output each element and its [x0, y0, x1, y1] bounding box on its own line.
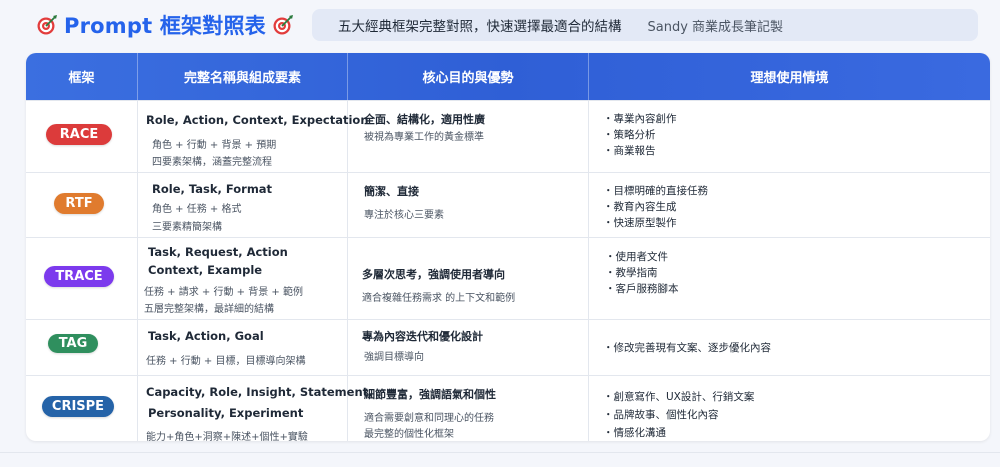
purpose-cell: 簡潔、直接 專注於核心三要素: [348, 173, 589, 237]
author-credit: Sandy 商業成長筆記製: [647, 19, 784, 35]
purpose-cell: 全面、結構化，適用性廣 被視為專業工作的黃金標準: [348, 101, 589, 172]
subtitle: 五大經典框架完整對照，快速選擇最適合的結構: [338, 19, 622, 35]
title-text: Prompt 框架對照表: [64, 14, 266, 38]
framework-elements: 任務 + 行動 + 目標，目標導向架構: [146, 356, 306, 367]
framework-full-name: Role, Task, Format: [152, 182, 273, 196]
target-dart-icon: [273, 15, 293, 35]
target-dart-icon: [37, 15, 57, 35]
framework-structure-note: 四要素架構，涵蓋完整流程: [152, 157, 272, 168]
subtitle-banner: 五大經典框架完整對照，快速選擇最適合的結構 Sandy 商業成長筆記製: [312, 9, 978, 41]
framework-badge-rtf: RTF: [54, 193, 104, 214]
use-case-item: ・客戶服務腳本: [605, 283, 679, 295]
use-case-item: ・教育內容生成: [603, 201, 677, 213]
page-divider: [0, 452, 1000, 453]
use-case-item: ・專業內容創作: [603, 113, 677, 125]
purpose-cell: 細節豐富，強調語氣和個性 適合需要創意和同理心的任務 最完整的個性化框架: [348, 376, 589, 441]
purpose-headline: 簡潔、直接: [364, 185, 419, 198]
page-header: Prompt 框架對照表 五大經典框架完整對照，快速選擇最適合的結構 Sandy…: [0, 0, 1000, 52]
framework-full-name-line-2: Context, Example: [148, 263, 263, 277]
table-header: 框架 完整名稱與組成要素 核心目的與優勢 理想使用情境: [26, 53, 990, 100]
purpose-headline: 全面、結構化，適用性廣: [364, 113, 485, 126]
framework-elements: 角色 + 任務 + 格式: [152, 204, 242, 215]
purpose-description: 適合需要創意和同理心的任務: [364, 413, 494, 424]
purpose-description: 專注於核心三要素: [364, 210, 444, 221]
framework-badge-trace: TRACE: [44, 266, 114, 287]
use-case-item: ・使用者文件: [605, 251, 668, 263]
framework-cell: CRISPE: [26, 376, 138, 441]
framework-full-name: Role, Action, Context, Expectation: [146, 113, 369, 127]
framework-full-name: Capacity, Role, Insight, Statement,: [146, 385, 373, 399]
framework-elements: 能力+角色+洞察+陳述+個性+實驗: [146, 432, 308, 441]
purpose-description: 適合複雜任務需求 的上下文和範例: [362, 293, 516, 304]
purpose-headline: 專為內容迭代和優化設計: [362, 330, 483, 343]
name-cell: Capacity, Role, Insight, Statement, Pers…: [138, 376, 373, 441]
use-case-item: ・創意寫作、UX設計、行銷文案: [603, 391, 755, 403]
framework-cell: TRACE: [26, 238, 138, 319]
use-case-cell: ・專業內容創作 ・策略分析 ・商業報告: [589, 101, 990, 172]
purpose-cell: 專為內容迭代和優化設計 強調目標導向: [348, 320, 589, 375]
use-case-item: ・情感化溝通: [603, 427, 666, 439]
use-case-item: ・教學指南: [605, 267, 658, 279]
purpose-headline: 多層次思考，強調使用者導向: [362, 268, 505, 281]
framework-badge-tag: TAG: [48, 334, 98, 353]
name-cell: Role, Action, Context, Expectation 角色 + …: [138, 101, 369, 172]
framework-cell: TAG: [26, 320, 138, 375]
purpose-description: 被視為專業工作的黃金標準: [364, 132, 484, 143]
use-case-cell: ・目標明確的直接任務 ・教育內容生成 ・快速原型製作: [589, 173, 990, 237]
framework-structure-note: 五層完整架構，最詳細的結構: [144, 304, 274, 315]
table-row-rtf: RTF Role, Task, Format 角色 + 任務 + 格式 三要素精…: [26, 172, 990, 237]
use-case-item: ・快速原型製作: [603, 217, 677, 229]
use-case-cell: ・修改完善現有文案、逐步優化內容: [589, 320, 990, 375]
use-case-item: ・商業報告: [603, 145, 656, 157]
use-case-cell: ・創意寫作、UX設計、行銷文案 ・品牌故事、個性化內容 ・情感化溝通: [589, 376, 990, 441]
page-title: Prompt 框架對照表: [36, 9, 294, 41]
use-case-cell: ・使用者文件 ・教學指南 ・客戶服務腳本: [589, 238, 990, 319]
use-case-item: ・品牌故事、個性化內容: [603, 409, 719, 421]
framework-badge-race: RACE: [46, 124, 112, 145]
framework-full-name: Task, Action, Goal: [148, 329, 264, 343]
framework-cell: RACE: [26, 101, 138, 172]
use-case-item: ・策略分析: [603, 129, 656, 141]
column-header-framework: 框架: [26, 53, 138, 100]
column-header-use-cases: 理想使用情境: [750, 71, 829, 86]
table-row-race: RACE Role, Action, Context, Expectation …: [26, 100, 990, 172]
framework-elements: 角色 + 行動 + 背景 + 預期: [152, 140, 277, 151]
framework-elements: 任務 + 請求 + 行動 + 背景 + 範例: [144, 287, 303, 298]
framework-table: 框架 完整名稱與組成要素 核心目的與優勢 理想使用情境 RACE Role, A…: [26, 53, 990, 441]
column-header-name: 完整名稱與組成要素: [138, 53, 348, 100]
use-case-item: ・目標明確的直接任務: [603, 185, 708, 197]
name-cell: Task, Action, Goal 任務 + 行動 + 目標，目標導向架構: [138, 320, 348, 375]
framework-cell: RTF: [26, 173, 138, 237]
framework-structure-note: 三要素精簡架構: [152, 222, 222, 233]
purpose-description: 強調目標導向: [364, 352, 424, 363]
use-case-item: ・修改完善現有文案、逐步優化內容: [603, 342, 771, 354]
framework-badge-crispe: CRISPE: [42, 396, 114, 417]
framework-full-name-line-2: Personality, Experiment: [148, 406, 304, 420]
framework-full-name: Task, Request, Action: [148, 245, 288, 259]
table-row-trace: TRACE Task, Request, Action Context, Exa…: [26, 237, 990, 319]
column-header-purpose: 核心目的與優勢: [348, 53, 589, 100]
table-row-tag: TAG Task, Action, Goal 任務 + 行動 + 目標，目標導向…: [26, 319, 990, 375]
name-cell: Task, Request, Action Context, Example 任…: [138, 238, 348, 319]
table-row-crispe: CRISPE Capacity, Role, Insight, Statemen…: [26, 375, 990, 441]
name-cell: Role, Task, Format 角色 + 任務 + 格式 三要素精簡架構: [138, 173, 348, 237]
purpose-description-line-2: 最完整的個性化框架: [364, 429, 454, 440]
purpose-cell: 多層次思考，強調使用者導向 適合複雜任務需求 的上下文和範例: [348, 238, 589, 319]
purpose-headline: 細節豐富，強調語氣和個性: [364, 388, 496, 401]
